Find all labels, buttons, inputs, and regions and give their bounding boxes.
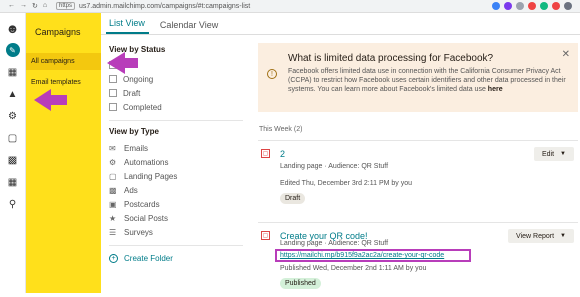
tab-calendar-view[interactable]: Calendar View bbox=[157, 20, 222, 34]
search-icon[interactable]: ⚲ bbox=[0, 193, 26, 215]
campaign-url[interactable]: https://mailchi.mp/b915f9a2ac2a/create-y… bbox=[275, 249, 471, 262]
annotation-arrow bbox=[34, 89, 51, 111]
survey-icon: ☰ bbox=[109, 227, 117, 237]
annotation-arrow-tail bbox=[51, 95, 67, 105]
url-text[interactable]: us7.admin.mailchimp.com/campaigns/#t:cam… bbox=[79, 3, 250, 10]
chevron-down-icon: ▼ bbox=[560, 151, 566, 157]
campaign-row: ▢ Create your QR code! Landing page · Au… bbox=[258, 222, 578, 297]
campaign-date: Published Wed, December 2nd 1:11 AM by y… bbox=[280, 265, 427, 272]
sidebar-item-label: All campaigns bbox=[31, 58, 75, 65]
extension-icon[interactable] bbox=[504, 2, 512, 10]
status-filter-draft[interactable]: Draft bbox=[101, 86, 251, 100]
tab-list-view[interactable]: List View bbox=[106, 18, 149, 34]
divider bbox=[109, 245, 243, 246]
notice-link[interactable]: here bbox=[488, 86, 503, 93]
view-report-button[interactable]: View Report ▼ bbox=[508, 229, 574, 243]
create-folder-button[interactable]: + Create Folder bbox=[101, 254, 251, 263]
campaign-type: Landing page · Audience: QR Stuff bbox=[280, 163, 389, 170]
campaigns-content: ! What is limited data processing for Fa… bbox=[251, 35, 580, 293]
browser-nav: ← → ↻ ⌂ bbox=[0, 2, 50, 10]
landing-page-icon: ▢ bbox=[261, 231, 270, 240]
sidebar-title: Campaigns bbox=[35, 27, 81, 37]
plus-icon: + bbox=[109, 254, 118, 263]
campaigns-megaphone-icon[interactable]: ▲ bbox=[0, 83, 26, 105]
mailchimp-logo-icon[interactable]: ☻ bbox=[0, 17, 26, 39]
browser-extensions bbox=[492, 2, 580, 10]
campaign-name[interactable]: 2 bbox=[280, 149, 285, 159]
content-icon[interactable]: ▩ bbox=[0, 149, 26, 171]
campaigns-sidebar: Campaigns All campaigns Email templates bbox=[26, 13, 101, 293]
home-icon[interactable]: ⌂ bbox=[43, 2, 47, 10]
checkbox-icon bbox=[109, 75, 117, 83]
close-icon[interactable]: ✕ bbox=[562, 49, 570, 60]
email-icon: ✉ bbox=[109, 143, 116, 153]
type-filter-automations[interactable]: ⚙ Automations bbox=[101, 155, 251, 169]
pencil-icon: ✎ bbox=[5, 43, 20, 57]
automations-icon[interactable]: ⚙ bbox=[0, 105, 26, 127]
audience-icon[interactable]: ▦ bbox=[0, 61, 26, 83]
type-filter-landing-pages[interactable]: ▢ Landing Pages bbox=[101, 169, 251, 183]
view-tabs: List View Calendar View bbox=[101, 13, 580, 35]
automation-icon: ⚙ bbox=[109, 157, 117, 167]
forward-icon[interactable]: → bbox=[20, 2, 27, 10]
reload-icon[interactable]: ↻ bbox=[32, 2, 38, 10]
annotation-arrow bbox=[107, 52, 125, 74]
extension-icon[interactable] bbox=[540, 2, 548, 10]
social-icon: ★ bbox=[109, 213, 117, 223]
notice-body-text: Facebook offers limited data use in conn… bbox=[288, 68, 566, 93]
profile-avatar[interactable] bbox=[564, 2, 572, 10]
type-filter-social-posts[interactable]: ★ Social Posts bbox=[101, 211, 251, 225]
button-label: Edit bbox=[541, 150, 555, 158]
type-filter-postcards[interactable]: ▣ Postcards bbox=[101, 197, 251, 211]
back-icon[interactable]: ← bbox=[8, 2, 15, 10]
status-filter-ongoing[interactable]: Ongoing bbox=[101, 72, 251, 86]
status-filter-completed[interactable]: Completed bbox=[101, 100, 251, 114]
campaign-row: ▢ 2 Landing page · Audience: QR Stuff Ed… bbox=[258, 140, 578, 210]
edit-button[interactable]: Edit ▼ bbox=[533, 147, 574, 161]
button-label: View Report bbox=[516, 232, 555, 240]
https-badge: https bbox=[56, 2, 76, 10]
campaign-type: Landing page · Audience: QR Stuff bbox=[280, 240, 389, 247]
facebook-data-notice: ! What is limited data processing for Fa… bbox=[258, 43, 578, 112]
type-filter-title: View by Type bbox=[109, 127, 159, 136]
campaign-date: Edited Thu, December 3rd 2:11 PM by you bbox=[280, 180, 413, 187]
postcard-icon: ▣ bbox=[109, 199, 117, 209]
type-filter-emails[interactable]: ✉ Emails bbox=[101, 141, 251, 155]
extension-icon[interactable] bbox=[528, 2, 536, 10]
app-rail: ☻ ✎ ▦ ▲ ⚙ ▢ ▩ ▦ ⚲ bbox=[0, 13, 26, 293]
notice-title: What is limited data processing for Face… bbox=[288, 53, 494, 64]
type-filter-ads[interactable]: ▩ Ads bbox=[101, 183, 251, 197]
browser-toolbar: ← → ↻ ⌂ https us7.admin.mailchimp.com/ca… bbox=[0, 0, 580, 13]
status-badge: Published bbox=[280, 278, 321, 289]
integrations-icon[interactable]: ▦ bbox=[0, 171, 26, 193]
sidebar-item-label: Email templates bbox=[31, 79, 81, 86]
create-button[interactable]: ✎ bbox=[0, 39, 26, 61]
notice-body: Facebook offers limited data use in conn… bbox=[288, 67, 570, 94]
extension-icon[interactable] bbox=[552, 2, 560, 10]
sidebar-item-all-campaigns[interactable]: All campaigns bbox=[26, 53, 101, 70]
checkbox-icon bbox=[109, 89, 117, 97]
landing-page-icon: ▢ bbox=[109, 171, 117, 181]
address-bar[interactable]: https us7.admin.mailchimp.com/campaigns/… bbox=[56, 2, 250, 10]
chevron-down-icon: ▼ bbox=[560, 233, 566, 239]
type-filter-surveys[interactable]: ☰ Surveys bbox=[101, 225, 251, 239]
annotation-arrow-tail bbox=[125, 58, 138, 68]
landing-pages-icon[interactable]: ▢ bbox=[0, 127, 26, 149]
checkbox-icon bbox=[109, 103, 117, 111]
landing-page-icon: ▢ bbox=[261, 149, 270, 158]
bookmark-star-icon[interactable] bbox=[516, 2, 524, 10]
info-icon: ! bbox=[267, 69, 277, 79]
status-badge: Draft bbox=[280, 193, 306, 204]
divider bbox=[109, 120, 243, 121]
week-heading: This Week (2) bbox=[259, 126, 303, 133]
extension-icon[interactable] bbox=[492, 2, 500, 10]
ads-icon: ▩ bbox=[109, 185, 117, 195]
create-folder-label: Create Folder bbox=[124, 254, 173, 263]
